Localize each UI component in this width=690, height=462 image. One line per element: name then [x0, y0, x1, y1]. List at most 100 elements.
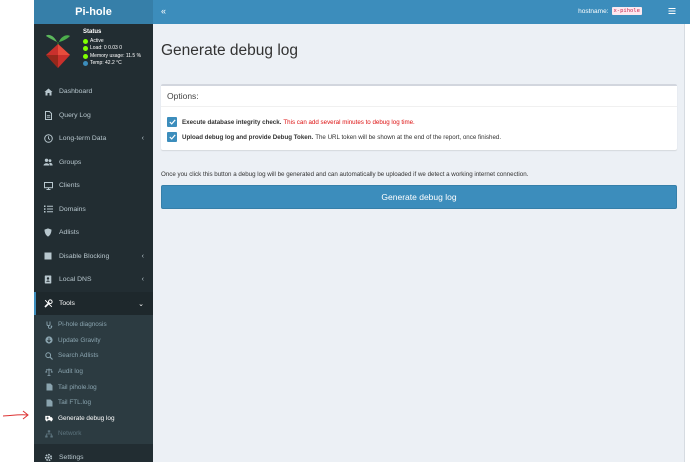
upload-label: Upload debug log and provide Debug Token…	[182, 133, 314, 141]
temp-dot-icon	[83, 61, 88, 67]
sidebar-subitem-search-adlists[interactable]: Search Adlists	[34, 348, 153, 364]
sidebar-item-tools[interactable]: Tools ⌄	[34, 291, 153, 315]
hostname-display: hostname: x-pihole	[578, 7, 642, 15]
ambulance-icon	[45, 414, 53, 422]
options-title: Options:	[161, 86, 677, 107]
sidebar-subitem-label: Tail FTL.log	[58, 399, 92, 407]
chevron-left-icon: ‹	[141, 276, 144, 283]
status-memory-row: Memory usage: 11.5 %	[83, 53, 141, 61]
sidebar-item-label: Dashboard	[59, 88, 93, 96]
list-ul-icon	[45, 383, 53, 391]
status-active: Active	[90, 37, 104, 44]
sidebar-subitem-update-gravity[interactable]: Update Gravity	[34, 333, 153, 349]
sidebar: Pi-hole Status Active Load: 0 0.03 0 Mem…	[34, 0, 153, 462]
sidebar-subitem-tail-ftl-log[interactable]: Tail FTL.log	[34, 395, 153, 411]
sidebar-item-label: Long-term Data	[59, 135, 107, 143]
clock-icon	[43, 134, 53, 144]
db-integrity-label: Execute database integrity check.	[182, 118, 282, 126]
shield-icon	[43, 228, 53, 237]
status-load-row: Load: 0 0.03 0	[83, 45, 141, 53]
sidebar-item-label: Tools	[59, 299, 75, 307]
sidebar-item-domains[interactable]: Domains	[34, 198, 153, 222]
sidebar-subitem-network[interactable]: Network	[34, 426, 153, 442]
stop-icon	[43, 252, 53, 261]
sidebar-toggle-icon[interactable]: «	[161, 6, 173, 18]
page-title: Generate debug log	[161, 42, 299, 59]
tools-submenu: Pi-hole diagnosis Update Gravity Search …	[34, 315, 153, 444]
sidebar-subitem-label: Pi-hole diagnosis	[58, 321, 107, 329]
sidebar-subitem-label: Tail pihole.log	[58, 383, 97, 391]
sidebar-item-label: Settings	[59, 454, 84, 461]
options-box: Options: Execute database integrity chec…	[161, 84, 677, 150]
pihole-logo-icon	[46, 34, 70, 68]
upload-description: The URL token will be shown at the end o…	[315, 133, 502, 141]
db-integrity-checkbox[interactable]	[167, 117, 177, 127]
list-ul-icon	[45, 399, 53, 407]
memory-dot-icon	[83, 53, 88, 59]
load-dot-icon	[83, 46, 88, 52]
file-icon	[43, 110, 53, 120]
tools-icon	[43, 299, 53, 308]
annotation-arrow-icon	[2, 410, 29, 420]
sidebar-item-long-term-data[interactable]: Long-term Data ‹	[34, 127, 153, 151]
network-icon	[45, 430, 53, 438]
hostname-value: x-pihole	[611, 7, 642, 15]
right-scroll-strip	[684, 24, 690, 462]
status-memory: Memory usage: 11.5 %	[90, 52, 142, 59]
chevron-left-icon: ‹	[141, 135, 144, 142]
sidebar-subitem-label: Audit log	[58, 368, 83, 376]
sidebar-item-groups[interactable]: Groups	[34, 151, 153, 175]
status-load: Load: 0 0.03 0	[90, 45, 122, 51]
gear-icon	[43, 453, 53, 462]
sidebar-subitem-generate-debug-log[interactable]: Generate debug log	[34, 411, 153, 427]
sidebar-item-dashboard[interactable]: Dashboard	[34, 80, 153, 104]
sidebar-item-query-log[interactable]: Query Log	[34, 104, 153, 128]
status-temp-row: Temp: 42.2 °C	[83, 60, 141, 68]
brand-logo[interactable]: Pi-hole	[34, 0, 153, 24]
sidebar-subitem-label: Generate debug log	[58, 414, 115, 422]
stethoscope-icon	[45, 321, 53, 329]
status-block: Status Active Load: 0 0.03 0 Memory usag…	[83, 29, 141, 68]
generate-debug-log-button[interactable]: Generate debug log	[161, 185, 677, 209]
hostname-label: hostname:	[578, 7, 609, 15]
sidebar-subitem-label: Update Gravity	[58, 336, 101, 344]
arrow-circle-icon	[45, 336, 53, 344]
status-panel: Status Active Load: 0 0.03 0 Memory usag…	[34, 24, 153, 80]
info-text: Once you click this button a debug log w…	[161, 171, 529, 178]
sidebar-item-label: Local DNS	[59, 276, 92, 284]
sidebar-item-settings[interactable]: Settings	[34, 446, 153, 462]
sidebar-subitem-tail-pihole-log[interactable]: Tail pihole.log	[34, 379, 153, 395]
balance-scale-icon	[45, 368, 53, 376]
db-integrity-warning: This can add several minutes to debug lo…	[283, 118, 415, 126]
sidebar-subitem-label: Search Adlists	[58, 352, 99, 360]
sidebar-item-disable-blocking[interactable]: Disable Blocking ‹	[34, 245, 153, 269]
sidebar-item-label: Clients	[59, 182, 80, 190]
main-content: Generate debug log Options: Execute data…	[153, 24, 684, 462]
sidebar-item-label: Adlists	[59, 229, 80, 237]
checkmark-icon	[168, 134, 176, 140]
sidebar-menu: Dashboard Query Log Long-term Data ‹ Gro…	[34, 80, 153, 315]
home-icon	[43, 87, 53, 96]
menu-hamburger-icon[interactable]	[668, 7, 676, 15]
users-icon	[43, 158, 53, 167]
sidebar-item-label: Domains	[59, 205, 86, 213]
search-icon	[45, 352, 53, 360]
monitor-icon	[43, 181, 53, 190]
sidebar-item-adlists[interactable]: Adlists	[34, 221, 153, 245]
chevron-left-icon: ‹	[141, 252, 144, 260]
sidebar-item-local-dns[interactable]: Local DNS ‹	[34, 268, 153, 292]
list-icon	[43, 205, 53, 214]
sidebar-item-clients[interactable]: Clients	[34, 174, 153, 198]
sidebar-subitem-audit-log[interactable]: Audit log	[34, 364, 153, 380]
status-title: Status	[83, 29, 102, 35]
sidebar-item-label: Groups	[59, 158, 82, 166]
active-dot-icon	[83, 38, 88, 44]
chevron-down-icon: ⌄	[138, 300, 144, 308]
sidebar-item-label: Query Log	[59, 111, 91, 119]
status-active-row: Active	[83, 38, 141, 46]
sidebar-subitem-pihole-diagnosis[interactable]: Pi-hole diagnosis	[34, 317, 153, 333]
upload-checkbox[interactable]	[167, 132, 177, 142]
address-book-icon	[43, 275, 53, 284]
left-gutter	[0, 0, 34, 462]
sidebar-item-label: Disable Blocking	[59, 252, 110, 260]
